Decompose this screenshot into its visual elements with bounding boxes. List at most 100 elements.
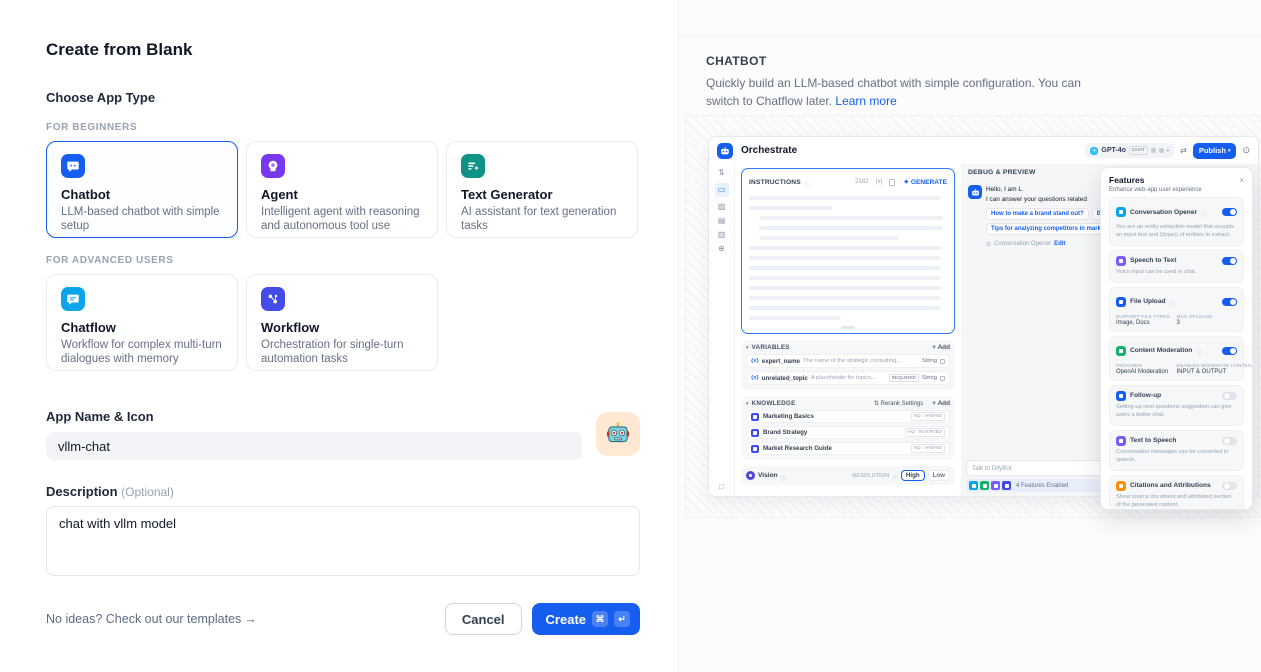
globe-icon: ⊕ [718, 245, 725, 253]
app-type-desc: Intelligent agent with reasoning and aut… [261, 205, 423, 233]
instructions-title: INSTRUCTIONS [749, 179, 801, 186]
app-type-card-text-generator[interactable]: Text Generator AI assistant for text gen… [446, 141, 638, 238]
exchange-icon: ⇅ [718, 169, 725, 177]
variable-settings-icon [940, 376, 945, 381]
rerank-settings-button: ⇅ Rerank Settings [874, 400, 923, 407]
generate-button: ✦ GENERATE [903, 178, 947, 186]
app-type-preview-panel: CHATBOT Quickly build an LLM-based chatb… [678, 0, 1261, 672]
variable-settings-icon [940, 359, 945, 364]
feature-toggle [1222, 437, 1237, 446]
collapse-icon: ▾ [746, 345, 749, 351]
description-input[interactable]: chat with vllm model [46, 506, 640, 576]
modal-footer: No ideas? Check out our templates→ Cance… [46, 603, 640, 635]
create-button[interactable]: Create ⌘ ↵ [532, 603, 640, 635]
suggested-question: How to make a brand stand out? [986, 208, 1089, 220]
app-type-card-workflow[interactable]: Workflow Orchestration for single-turn a… [246, 274, 438, 371]
follow-up-feature-icon [1116, 391, 1126, 401]
cancel-button[interactable]: Cancel [445, 603, 522, 635]
features-panel: Features × Enhance web-app user experien… [1100, 167, 1253, 510]
app-type-card-agent[interactable]: Agent Intelligent agent with reasoning a… [246, 141, 438, 238]
collapse-icon: ▾ [746, 401, 749, 407]
arrow-right-icon: → [244, 612, 257, 626]
panel-toggle-icon: □ [719, 483, 724, 491]
feature-card-file-upload: File Upload SUPPORT FILE TYPESImage, Doc… [1109, 287, 1244, 332]
text-generator-icon [461, 154, 485, 178]
orchestrate-title: Orchestrate [741, 145, 797, 156]
vision-row: Vision RESOLUTION High Low [741, 466, 955, 485]
feature-card-speech-to-text: Speech to Text Voice input can be used i… [1109, 250, 1244, 283]
description-label-row: Description (Optional) [46, 484, 640, 499]
choose-app-type-heading: Choose App Type [46, 90, 640, 105]
model-mode-badge: CHAT [1129, 146, 1148, 155]
mini-sidebar: ⇅ ▭ ▨ ▤ ▥ ⊕ □ [709, 164, 735, 496]
chevron-down-icon: ▾ [1228, 148, 1231, 154]
app-type-desc: Workflow for complex multi-turn dialogue… [61, 338, 223, 366]
info-icon [1201, 203, 1207, 221]
orchestrate-topbar: Orchestrate ✦ GPT-4o CHAT ▾ ⇄ Publish ▾ [709, 137, 1258, 164]
dataset-icon [751, 429, 759, 437]
document-icon: ▤ [718, 217, 726, 225]
model-provider-icon: ✦ [1090, 147, 1098, 155]
workflow-icon [261, 287, 285, 311]
speech-to-text-feature-icon [1116, 256, 1126, 266]
info-icon [892, 467, 898, 485]
agent-icon [261, 154, 285, 178]
app-name-input[interactable] [46, 432, 582, 460]
app-icon-picker[interactable] [596, 412, 640, 456]
model-params-icon: ⇄ [1180, 146, 1187, 155]
app-type-title: Workflow [261, 320, 423, 335]
learn-more-link[interactable]: Learn more [835, 94, 896, 108]
app-type-title: Chatflow [61, 320, 223, 335]
app-type-title: Agent [261, 187, 423, 202]
edit-opener-button: Edit [1054, 241, 1065, 247]
page-title: Create from Blank [46, 40, 640, 60]
footer-buttons: Cancel Create ⌘ ↵ [445, 603, 640, 635]
app-type-desc: AI assistant for text generation tasks [461, 205, 623, 233]
app-type-card-chatbot[interactable]: Chatbot LLM-based chatbot with simple se… [46, 141, 238, 238]
app-type-title: Chatbot [61, 187, 223, 202]
app-avatar-icon [717, 143, 733, 159]
app-type-desc: LLM-based chatbot with simple setup [61, 205, 223, 233]
app-type-card-chatflow[interactable]: Chatflow Workflow for complex multi-turn… [46, 274, 238, 371]
variable-tag: {x} [751, 375, 759, 381]
feature-card-citations: Citations and Attributions Show source d… [1109, 475, 1244, 510]
close-icon: × [1239, 176, 1244, 185]
preview-description: Quickly build an LLM-based chatbot with … [706, 74, 1102, 110]
knowledge-row: Brand Strategy HQ · INVERTED [746, 426, 950, 439]
prompt-skeleton [749, 196, 947, 320]
sparkle-icon: ✦ [903, 179, 909, 186]
templates-link[interactable]: No ideas? Check out our templates→ [46, 612, 257, 626]
chevron-down-icon: ▾ [1167, 148, 1170, 154]
preview-top-strip [679, 0, 1261, 37]
publish-button: Publish ▾ [1193, 143, 1237, 159]
app-type-title: Text Generator [461, 187, 623, 202]
for-advanced-users-label: FOR ADVANCED USERS [46, 255, 640, 266]
variable-tag: {x} [751, 358, 759, 364]
info-icon [1170, 293, 1176, 311]
feature-card-content-moderation: Content Moderation PROVIDEROpenAI Modera… [1109, 336, 1244, 381]
text-to-speech-feature-icon [1116, 436, 1126, 446]
cmd-key-icon: ⌘ [592, 611, 608, 627]
citations-feature-icon [1116, 481, 1126, 491]
for-beginners-label: FOR BEGINNERS [46, 122, 640, 133]
features-enabled-strip: 4 Features Enabled [966, 479, 1108, 492]
feature-toggle [1222, 298, 1237, 307]
opener-icon: ⊙ [986, 241, 991, 248]
copy-icon [889, 179, 895, 186]
info-icon [1196, 342, 1202, 360]
feature-card-follow-up: Follow-up Setting up next questions sugg… [1109, 385, 1244, 426]
create-from-blank-panel: Create from Blank Choose App Type FOR BE… [0, 0, 678, 672]
knowledge-section: ▾ KNOWLEDGE ⇅ Rerank Settings + Add Mark… [741, 396, 955, 460]
features-subtitle: Enhance web-app user experience [1109, 187, 1244, 193]
conversation-opener-row: ⊙ Conversation Opener Edit [986, 241, 1113, 248]
variables-section: ▾ VARIABLES + Add {x} expert_name The na… [741, 340, 955, 390]
variable-row: {x} expert_name The name of the strategi… [746, 354, 950, 368]
add-knowledge-button: + Add [932, 400, 950, 407]
rerank-icon: ⇅ [874, 401, 879, 407]
dataset-icon [751, 445, 759, 453]
resize-handle [841, 326, 855, 329]
image-icon: ▨ [718, 203, 726, 211]
create-button-label: Create [546, 612, 586, 627]
feature-toggle [1222, 257, 1237, 266]
chat-input-placeholder: Talk to DifyBot [966, 460, 1108, 476]
